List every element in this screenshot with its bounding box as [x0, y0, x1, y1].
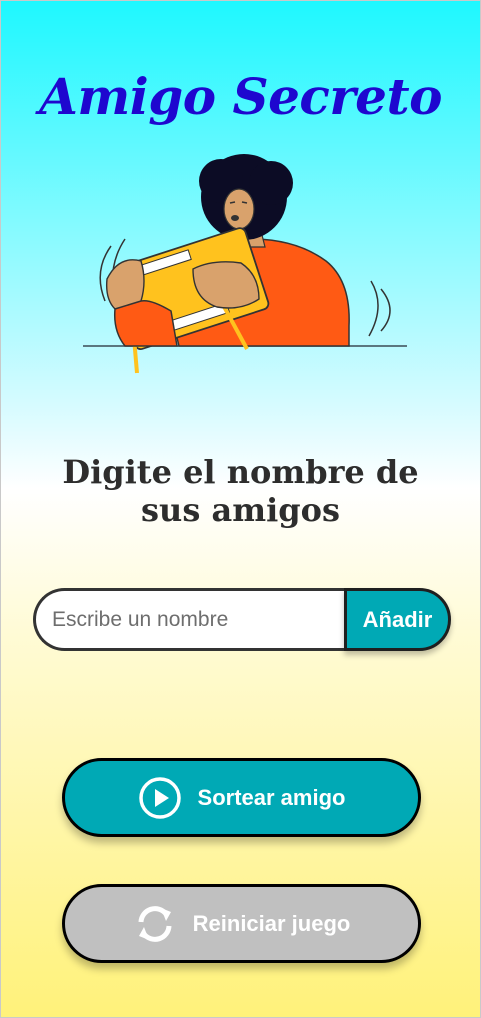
- draw-friend-label: Sortear amigo: [197, 784, 346, 810]
- friend-name-input[interactable]: [33, 588, 345, 651]
- play-circle-icon: [138, 776, 182, 820]
- app-page: Amigo Secreto Digite el nombre de sus am…: [0, 0, 481, 1018]
- page-title: Amigo Secreto: [39, 67, 442, 126]
- refresh-icon: [133, 902, 177, 946]
- person-with-console-illustration: [83, 154, 407, 374]
- reset-game-button[interactable]: Reiniciar juego: [62, 884, 421, 963]
- add-button[interactable]: Añadir: [344, 588, 451, 651]
- instructions-heading: Digite el nombre de sus amigos: [62, 453, 419, 529]
- add-friend-form: Añadir: [33, 588, 451, 651]
- reset-game-label: Reiniciar juego: [192, 910, 351, 936]
- draw-friend-button[interactable]: Sortear amigo: [62, 758, 421, 837]
